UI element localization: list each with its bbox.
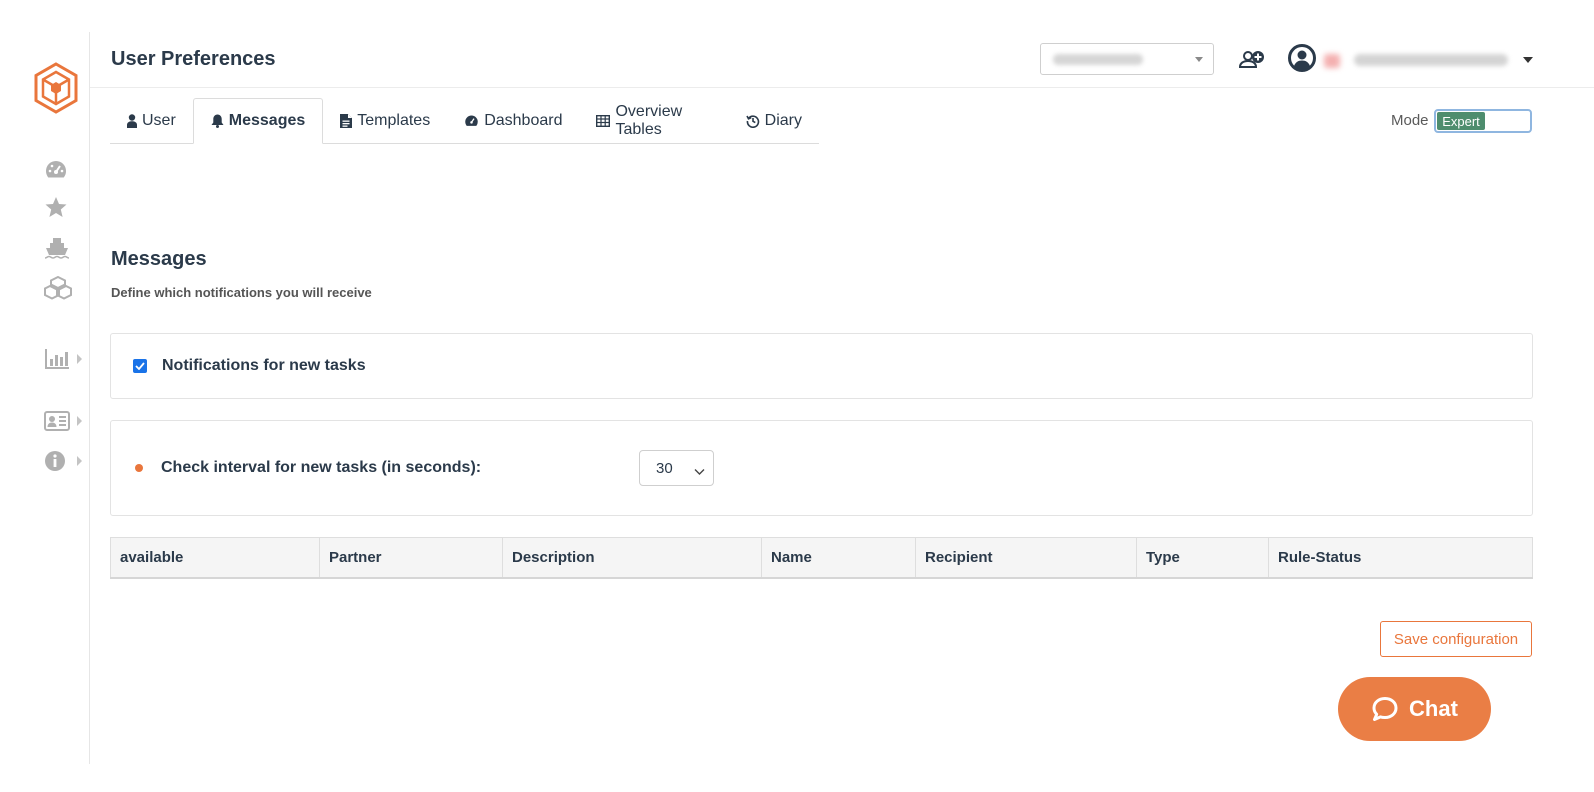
bar-chart-icon [44, 348, 70, 370]
column-header-type[interactable]: Type [1136, 537, 1269, 579]
rules-table: available Partner Description Name Recip… [110, 537, 1533, 579]
tab-overview-tables[interactable]: Overview Tables [579, 98, 728, 143]
sidebar-item-dashboard[interactable] [44, 156, 88, 182]
sidebar-item-products[interactable] [44, 275, 88, 301]
mode-label: Mode [1391, 112, 1429, 129]
tab-diary[interactable]: Diary [729, 98, 819, 143]
mode-toggle[interactable]: Expert [1434, 109, 1532, 133]
company-select-value [1053, 54, 1143, 65]
mode-toggle-value: Expert [1437, 112, 1485, 130]
section-subtitle: Define which notifications you will rece… [111, 285, 372, 300]
tab-label: Overview Tables [615, 102, 683, 138]
required-dot-icon [135, 464, 143, 472]
boxes-icon [44, 276, 72, 300]
info-icon [44, 450, 66, 472]
page-title: User Preferences [111, 48, 276, 70]
section-title: Messages [111, 248, 207, 270]
ship-icon [44, 236, 70, 260]
column-header-description[interactable]: Description [502, 537, 762, 579]
tab-user[interactable]: User [110, 98, 193, 143]
caret-right-icon [77, 456, 82, 466]
add-user-button[interactable] [1238, 47, 1266, 73]
chat-label: Chat [1409, 696, 1458, 721]
column-header-recipient[interactable]: Recipient [915, 537, 1137, 579]
dashboard-icon [464, 114, 479, 127]
caret-right-icon [77, 416, 82, 426]
sidebar-item-shipments[interactable] [44, 235, 88, 261]
user-icon [127, 113, 137, 128]
column-header-name[interactable]: Name [761, 537, 916, 579]
tab-templates[interactable]: Templates [323, 98, 447, 143]
tab-label: Diary [764, 111, 802, 129]
user-menu-caret-icon[interactable] [1523, 57, 1533, 63]
tab-dashboard[interactable]: Dashboard [447, 98, 579, 143]
user-circle-icon [1288, 44, 1316, 76]
notifications-card: Notifications for new tasks [110, 333, 1533, 399]
caret-right-icon [77, 354, 82, 364]
column-header-rule-status[interactable]: Rule-Status [1268, 537, 1533, 579]
chevron-down-icon [694, 463, 705, 480]
tab-label: Messages [228, 112, 306, 129]
table-icon [596, 114, 611, 127]
notifications-checkbox[interactable] [133, 359, 147, 373]
star-icon [44, 196, 68, 218]
file-icon [340, 113, 353, 128]
dashboard-icon [44, 159, 68, 179]
column-header-available[interactable]: available [110, 537, 320, 579]
preferences-tabs: User Messages Templates Dashboard Overvi… [110, 98, 819, 144]
tab-label: Dashboard [484, 111, 563, 129]
sidebar-item-reports[interactable] [44, 346, 88, 372]
check-icon [135, 362, 145, 370]
history-icon [745, 114, 760, 128]
interval-select[interactable]: 30 [639, 450, 714, 486]
tab-label: Templates [357, 111, 431, 129]
notifications-label: Notifications for new tasks [162, 357, 366, 374]
column-header-partner[interactable]: Partner [319, 537, 503, 579]
chat-button[interactable]: Chat [1338, 677, 1491, 741]
sidebar-item-info[interactable] [44, 448, 88, 474]
table-header-row: available Partner Description Name Recip… [110, 537, 1533, 579]
tab-label: User [142, 111, 176, 129]
sidebar-item-contacts[interactable] [44, 408, 88, 434]
chevron-down-icon [1195, 57, 1203, 62]
user-flag-icon [1324, 54, 1340, 68]
interval-card: Check interval for new tasks (in seconds… [110, 420, 1533, 516]
interval-label: Check interval for new tasks (in seconds… [161, 459, 482, 476]
id-card-icon [44, 411, 70, 431]
user-name[interactable] [1354, 54, 1508, 66]
sidebar-item-favorites[interactable] [44, 194, 88, 220]
bell-icon [211, 114, 224, 128]
avatar[interactable] [1288, 44, 1316, 72]
sidebar [0, 32, 90, 764]
save-configuration-button[interactable]: Save configuration [1380, 621, 1532, 657]
interval-select-value: 30 [656, 459, 673, 477]
app-logo[interactable] [33, 62, 79, 114]
tab-messages[interactable]: Messages [192, 98, 324, 144]
user-plus-icon [1238, 51, 1266, 77]
chat-bubble-icon [1371, 696, 1399, 722]
top-header: User Preferences [90, 32, 1594, 88]
company-select[interactable] [1040, 43, 1214, 75]
